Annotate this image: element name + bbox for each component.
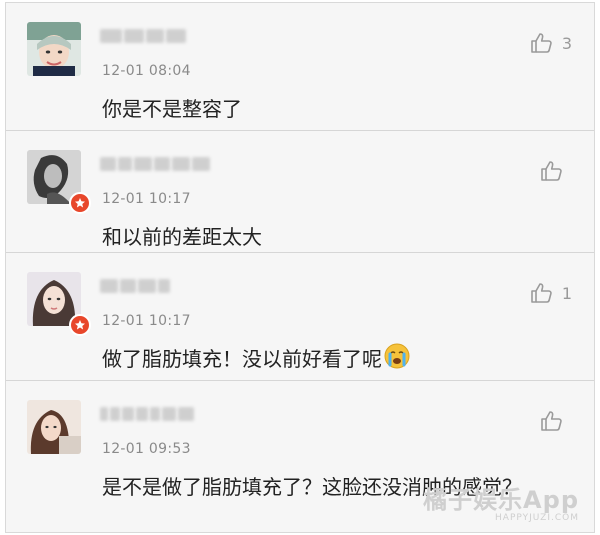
like-count: 1 (561, 283, 572, 303)
username-masked[interactable] (100, 27, 186, 45)
username-masked[interactable] (100, 405, 194, 423)
like-button[interactable]: 3 (530, 31, 572, 55)
comment-text: 和以前的差距太大 (102, 225, 262, 249)
comment-time: 12-01 10:17 (102, 191, 191, 207)
thumbs-up-icon (540, 409, 564, 433)
crying-face-icon (384, 343, 410, 378)
username-masked[interactable] (100, 277, 170, 295)
comment-time: 12-01 09:53 (102, 441, 191, 457)
comment-time: 12-01 08:04 (102, 63, 191, 79)
comment-item: 12-01 10:17 和以前的差距太大 (6, 131, 594, 253)
verified-star-badge-icon (69, 314, 91, 336)
like-count: 3 (561, 33, 572, 53)
thumbs-up-icon (530, 31, 554, 55)
comment-time: 12-01 10:17 (102, 313, 191, 329)
like-button[interactable]: 1 (530, 281, 572, 305)
like-button[interactable] (540, 159, 572, 183)
watermark-logo-text: 橘子娱乐App (423, 486, 579, 514)
comment-item: 12-01 08:04 你是不是整容了 3 (6, 3, 594, 131)
avatar-image (27, 22, 81, 76)
user-avatar[interactable] (27, 272, 91, 336)
like-button[interactable] (540, 409, 572, 433)
comment-text-body: 做了脂肪填充！没以前好看了呢 (102, 347, 382, 371)
comment-text: 你是不是整容了 (102, 97, 242, 121)
comment-item: 12-01 10:17 做了脂肪填充！没以前好看了呢 1 (6, 253, 594, 381)
user-avatar[interactable] (27, 400, 81, 454)
user-avatar[interactable] (27, 150, 91, 214)
user-avatar[interactable] (27, 22, 81, 76)
avatar-image (27, 400, 81, 454)
watermark: 橘子娱乐App HAPPYJUZI.COM (423, 480, 579, 523)
comment-feed: 12-01 08:04 你是不是整容了 3 12-01 10:17 和以前的差距… (5, 2, 595, 533)
thumbs-up-icon (540, 159, 564, 183)
thumbs-up-icon (530, 281, 554, 305)
verified-star-badge-icon (69, 192, 91, 214)
username-masked[interactable] (100, 155, 210, 173)
comment-text: 做了脂肪填充！没以前好看了呢 (102, 343, 554, 378)
